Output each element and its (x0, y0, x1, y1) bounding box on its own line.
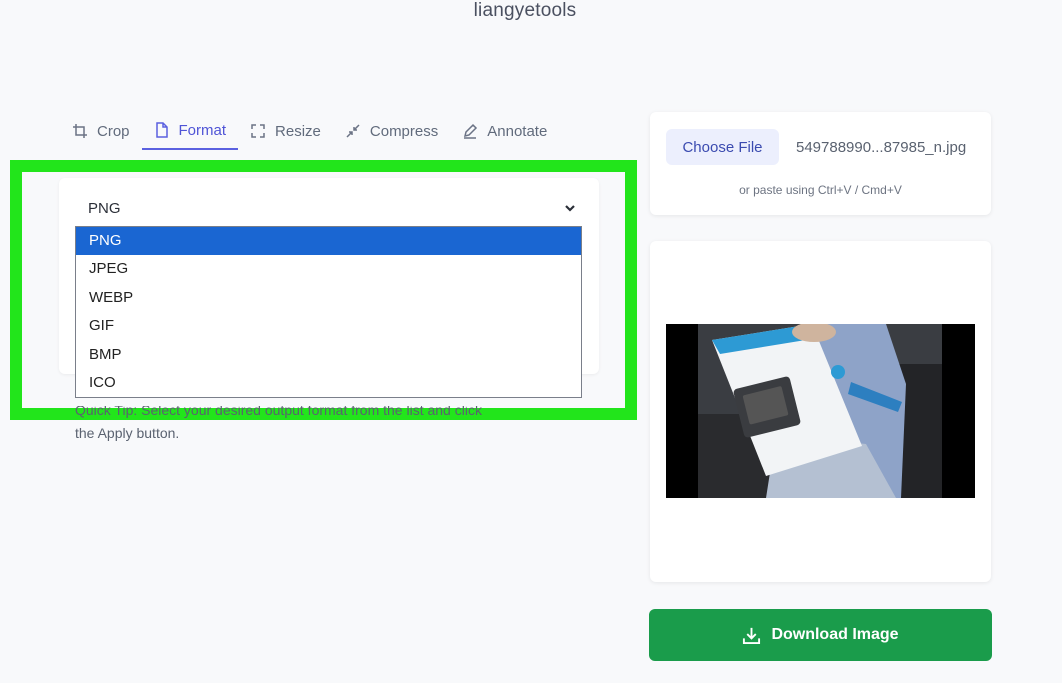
tab-annotate[interactable]: Annotate (450, 112, 559, 150)
format-option-gif[interactable]: GIF (76, 312, 581, 340)
expand-icon (251, 124, 265, 138)
pen-icon (464, 123, 478, 139)
paste-hint: or paste using Ctrl+V / Cmd+V (739, 183, 902, 197)
preview-photo (666, 324, 975, 498)
format-option-jpeg[interactable]: JPEG (76, 255, 581, 283)
tab-compress[interactable]: Compress (333, 112, 450, 150)
quick-tip: Quick Tip: Select your desired output fo… (75, 406, 595, 444)
file-icon (155, 122, 168, 138)
download-icon (743, 627, 761, 644)
download-image-button[interactable]: Download Image (649, 609, 992, 661)
download-image-label: Download Image (771, 626, 899, 643)
tab-annotate-label: Annotate (487, 122, 548, 140)
format-dropdown-list: PNG JPEG WEBP GIF BMP ICO (75, 226, 582, 398)
tab-format-label: Format (178, 121, 227, 139)
quick-tip-line2: the Apply button. (75, 425, 180, 441)
file-upload-card: Choose File 549788990...87985_n.jpg or p… (650, 112, 991, 215)
format-option-bmp[interactable]: BMP (76, 341, 581, 369)
format-option-webp[interactable]: WEBP (76, 284, 581, 312)
tab-resize-label: Resize (275, 122, 321, 140)
image-preview (666, 324, 975, 498)
tool-tabs: Crop Format Resize Compress Annotate (60, 112, 559, 150)
tab-crop[interactable]: Crop (60, 112, 142, 150)
image-preview-card (650, 241, 991, 582)
compress-icon (346, 124, 360, 138)
quick-tip-line1-text: Quick Tip: Select your desired output fo… (75, 406, 482, 418)
tab-crop-label: Crop (97, 122, 130, 140)
tab-compress-label: Compress (369, 122, 439, 140)
format-option-png[interactable]: PNG (76, 227, 581, 256)
tab-format[interactable]: Format (141, 112, 239, 150)
quick-tip-line1: Quick Tip: Select your desired output fo… (75, 406, 595, 422)
tab-resize[interactable]: Resize (238, 112, 333, 150)
format-option-ico[interactable]: ICO (76, 369, 581, 397)
choose-file-button[interactable]: Choose File (666, 129, 779, 165)
selected-file-name: 549788990...87985_n.jpg (796, 139, 967, 156)
crop-icon (73, 124, 87, 138)
site-title: liangyetools (473, 0, 577, 21)
